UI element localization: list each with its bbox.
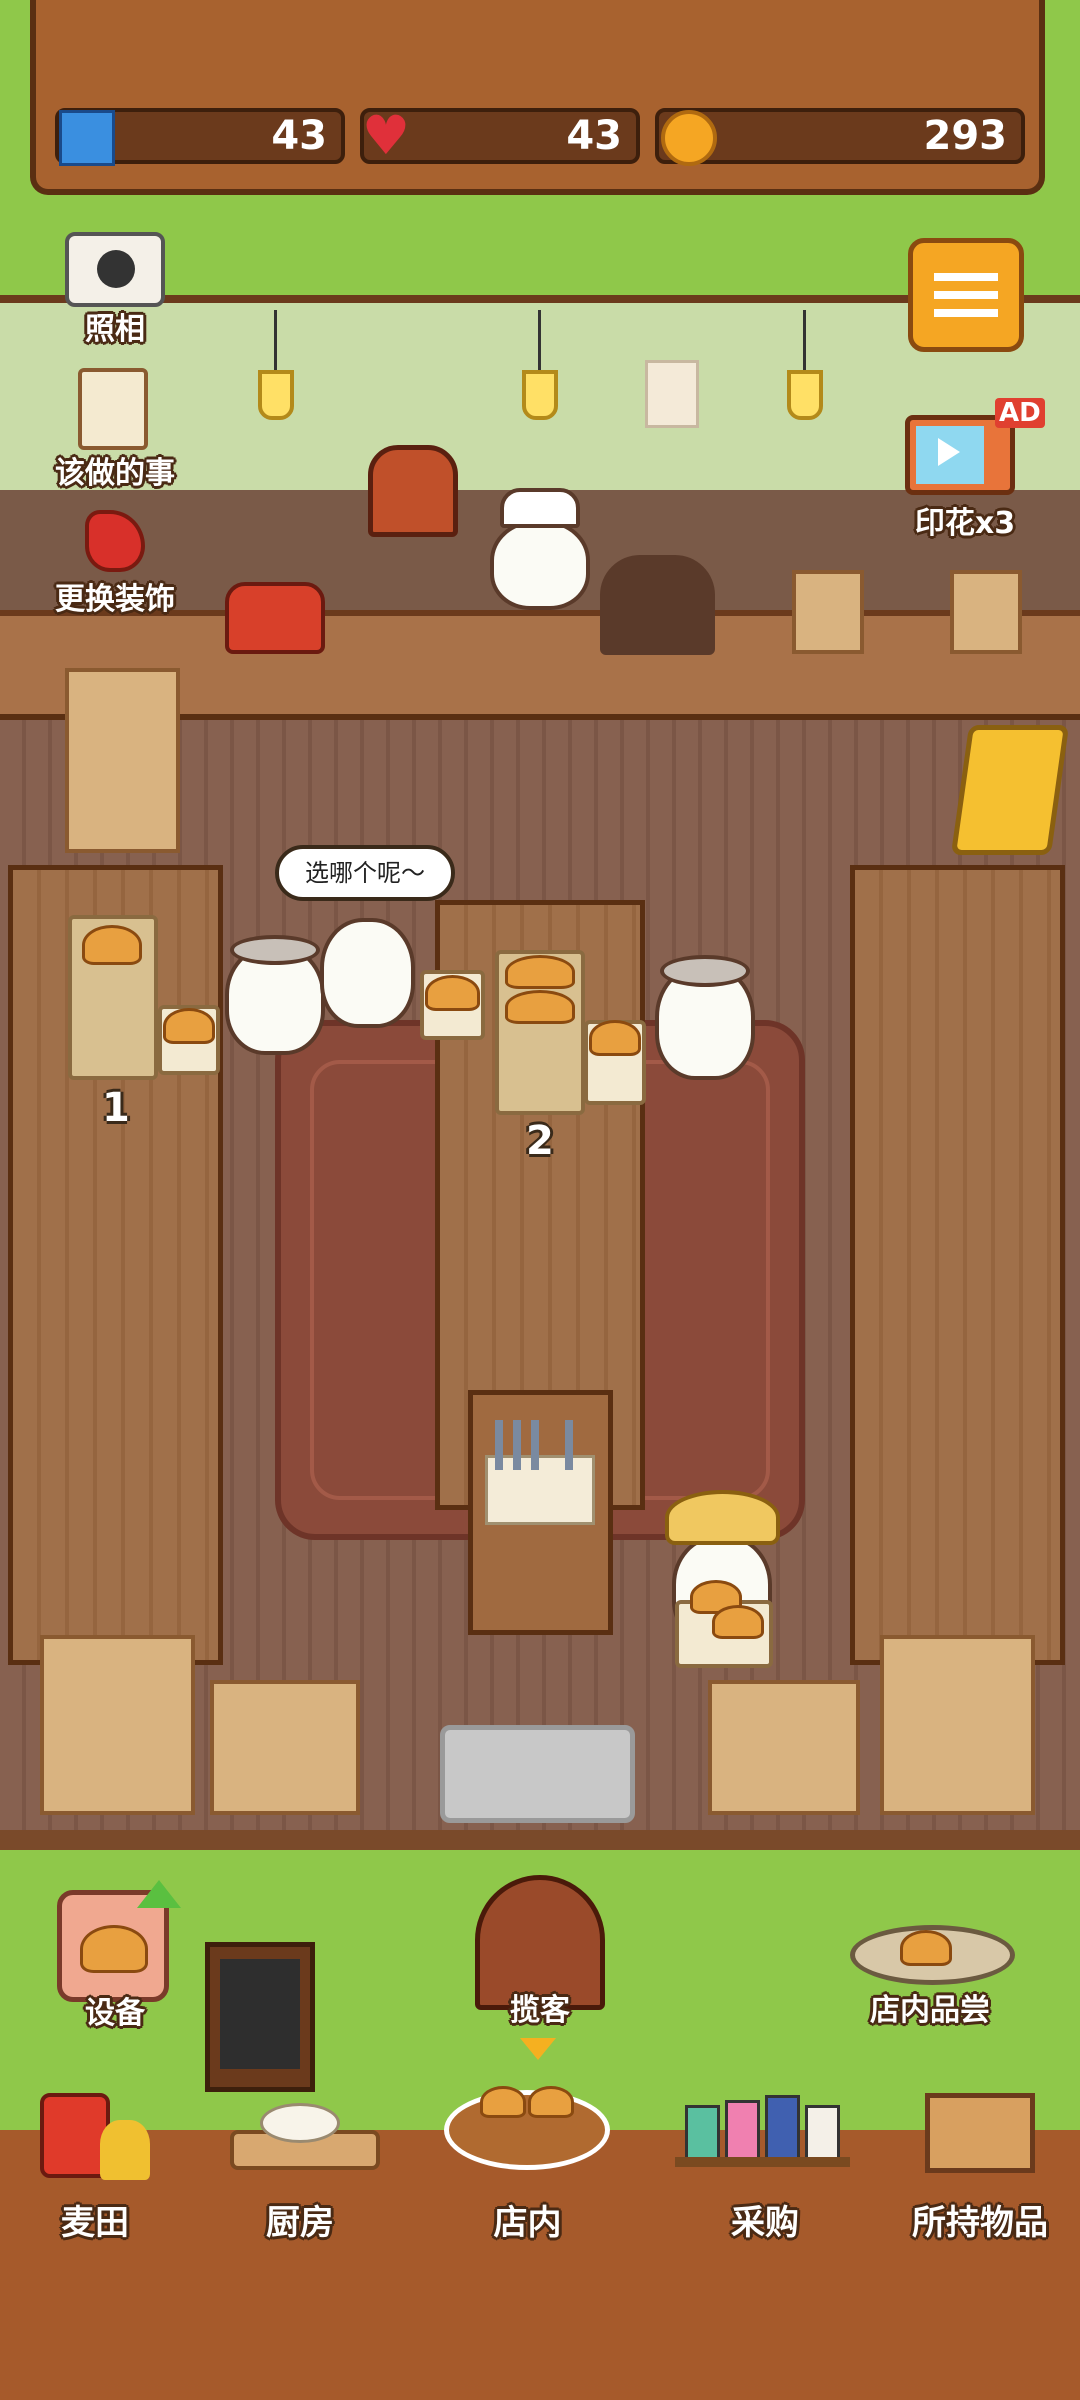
heart-counter: ♥ 43 — [360, 108, 640, 164]
decorate-label: 更换装饰 — [55, 582, 175, 617]
chef-hat — [500, 488, 580, 528]
customer-speech-bubble: 选哪个呢～ — [275, 845, 455, 901]
nav-kitchen[interactable]: 厨房 — [215, 2085, 385, 2243]
attract-customers-button[interactable]: 揽客 — [465, 1875, 615, 2035]
dough-icon — [260, 2103, 340, 2143]
cardboard-box — [792, 570, 864, 654]
current-location-marker — [520, 2038, 556, 2060]
fork-icon — [513, 1420, 521, 1470]
nav-wheat-field[interactable]: 麦田 — [20, 2085, 170, 2243]
right-shelf — [850, 865, 1065, 1665]
fork-icon — [565, 1420, 573, 1470]
upgrade-arrow-icon — [137, 1880, 181, 1908]
ad-badge: AD — [995, 398, 1045, 428]
wheat-icon — [100, 2120, 150, 2180]
beret-hat — [660, 955, 750, 987]
tasting-label: 店内品尝 — [870, 1993, 990, 2028]
ticket-count: 43 — [271, 113, 327, 159]
beret-hat — [230, 935, 320, 965]
box-icon — [925, 2093, 1035, 2173]
in-store-tasting-button[interactable]: 店内品尝 — [835, 1885, 1025, 2028]
nav-label: 所持物品 — [912, 2203, 1048, 2243]
cardboard-box — [950, 570, 1022, 654]
stacked-boxes — [40, 1635, 195, 1815]
paintbrush-icon — [85, 510, 145, 572]
photo-label: 照相 — [85, 312, 145, 347]
nav-purchase[interactable]: 采购 — [665, 2085, 865, 2243]
photo-button[interactable]: 照相 — [40, 232, 190, 347]
hanging-lamp — [258, 370, 294, 420]
hanging-lamp — [522, 370, 558, 420]
hanging-lamp — [787, 370, 823, 420]
cardboard-box — [210, 1680, 360, 1815]
nav-label: 麦田 — [61, 2203, 129, 2243]
todo-label: 该做的事 — [55, 456, 175, 491]
wall-notice — [645, 360, 699, 428]
oven-radio — [368, 445, 458, 537]
equipment-button[interactable]: 设备 — [45, 1880, 185, 2031]
bread-icon — [163, 1008, 215, 1044]
heart-count: 43 — [566, 113, 622, 159]
doormat — [440, 1725, 635, 1823]
customer-cat[interactable] — [320, 918, 415, 1028]
camera-icon — [65, 232, 165, 307]
stamp-label: 印花x3 — [914, 506, 1016, 541]
menu-icon — [934, 273, 998, 281]
nav-inventory[interactable]: 所持物品 — [895, 2085, 1065, 2243]
straw-hat — [665, 1490, 780, 1545]
ticket-icon — [59, 110, 115, 166]
nav-in-store[interactable]: 店内 — [440, 2070, 615, 2243]
cardboard-box — [708, 1680, 860, 1815]
top-status-bar — [30, 0, 1045, 195]
decorate-button[interactable]: 更换装饰 — [30, 510, 200, 620]
bread-basket-icon — [444, 2090, 610, 2170]
shop-bags-icon — [685, 2105, 720, 2160]
slot-number-2: 2 — [526, 1118, 554, 1164]
baker-cat — [490, 520, 590, 610]
fork-icon — [531, 1420, 539, 1470]
bread-icon — [900, 1930, 952, 1966]
menu-button[interactable] — [908, 238, 1024, 352]
menu-chalkboard[interactable] — [205, 1942, 315, 2092]
nav-label: 采购 — [731, 2203, 799, 2243]
equipment-label: 设备 — [85, 1996, 145, 2031]
sack — [600, 555, 715, 655]
stacked-boxes — [880, 1635, 1035, 1815]
coin-icon — [661, 110, 717, 166]
bread-icon — [80, 1925, 148, 1973]
play-icon — [938, 438, 960, 466]
nav-label: 店内 — [493, 2203, 562, 2243]
attract-label: 揽客 — [510, 1993, 570, 2028]
clipboard-icon — [78, 368, 148, 450]
coin-count: 293 — [923, 113, 1008, 159]
bread-icon — [589, 1020, 641, 1056]
bread-icon — [82, 925, 142, 965]
bread-icon — [505, 955, 575, 989]
stamp-ad-button[interactable]: AD 印花x3 — [890, 390, 1045, 541]
slot-number-1: 1 — [102, 1085, 130, 1131]
caution-sign — [950, 725, 1070, 855]
stacked-boxes — [65, 668, 180, 853]
todo-button[interactable]: 该做的事 — [30, 368, 200, 491]
telephone-icon — [225, 582, 325, 654]
cutlery-stand — [468, 1390, 613, 1635]
ticket-counter: 43 — [55, 108, 345, 166]
fork-icon — [495, 1420, 503, 1470]
bread-icon — [425, 975, 480, 1011]
nav-label: 厨房 — [266, 2203, 334, 2243]
coin-counter: 293 — [655, 108, 1025, 166]
bread-icon — [712, 1605, 764, 1639]
bread-icon — [505, 990, 575, 1024]
heart-icon: ♥ — [361, 104, 411, 167]
